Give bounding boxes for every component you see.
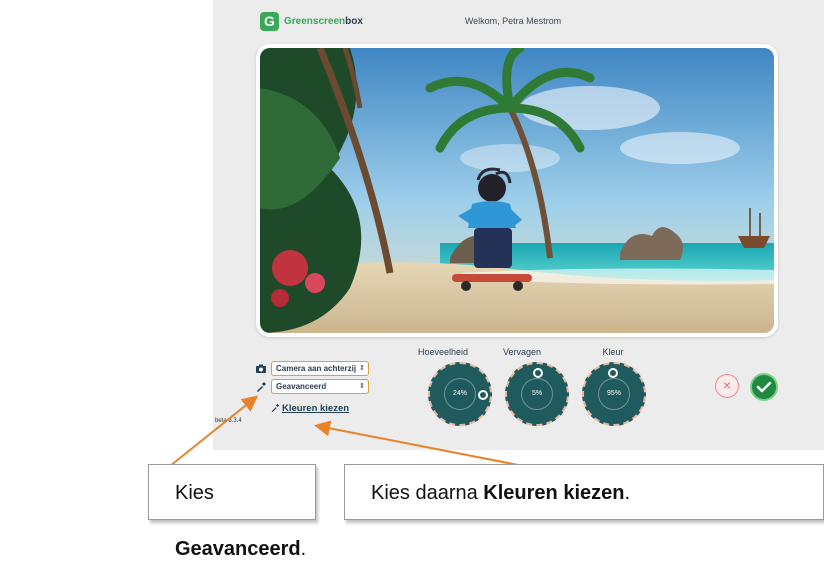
arrow-to-mode-select xyxy=(164,395,259,471)
caption-left-bold: Geavanceerd xyxy=(175,538,301,560)
caption-right-prefix: Kies daarna xyxy=(371,482,484,504)
caption-left-prefix: Kies xyxy=(175,482,214,504)
annotation-arrows xyxy=(164,395,586,479)
caption-left: Kies Geavanceerd. xyxy=(148,464,316,560)
caption-left-suffix: . xyxy=(300,538,307,560)
caption-right: Kies daarna Kleuren kiezen. xyxy=(344,464,824,520)
caption-right-bold: Kleuren kiezen xyxy=(483,482,625,504)
caption-right-suffix: . xyxy=(624,482,631,504)
